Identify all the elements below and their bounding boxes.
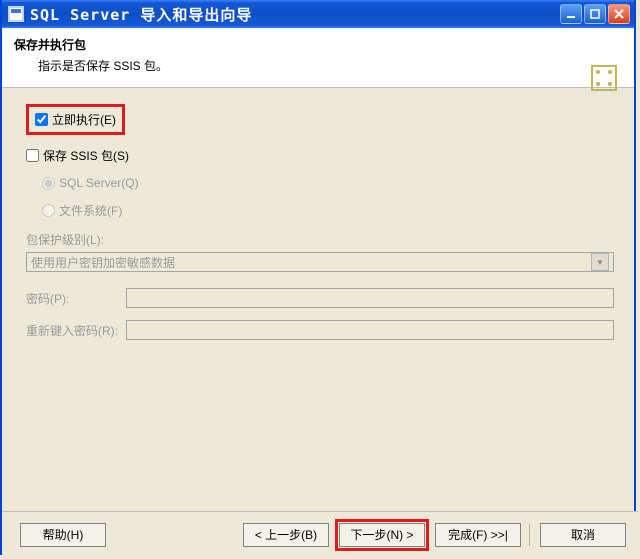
run-now-checkbox[interactable] bbox=[35, 113, 48, 126]
protection-level-select: 使用用户密钥加密敏感数据 ▼ bbox=[26, 252, 614, 272]
separator bbox=[529, 524, 530, 546]
file-system-radio bbox=[42, 204, 55, 217]
wizard-header: 保存并执行包 指示是否保存 SSIS 包。 bbox=[2, 28, 634, 88]
page-title: 保存并执行包 bbox=[14, 36, 622, 53]
maximize-button[interactable] bbox=[584, 4, 606, 24]
reenter-password-label: 重新键入密码(R): bbox=[26, 322, 126, 339]
file-system-label: 文件系统(F) bbox=[59, 202, 122, 219]
password-label: 密码(P): bbox=[26, 290, 126, 307]
window-title: SQL Server 导入和导出向导 bbox=[30, 4, 560, 25]
sql-server-radio bbox=[42, 177, 55, 190]
cancel-button[interactable]: 取消 bbox=[540, 523, 626, 547]
protection-level-value: 使用用户密钥加密敏感数据 bbox=[31, 254, 175, 271]
page-subtitle: 指示是否保存 SSIS 包。 bbox=[14, 57, 622, 74]
close-button[interactable] bbox=[608, 4, 630, 24]
next-button[interactable]: 下一步(N) > bbox=[339, 523, 425, 547]
titlebar[interactable]: SQL Server 导入和导出向导 bbox=[2, 0, 634, 28]
back-button[interactable]: < 上一步(B) bbox=[243, 523, 329, 547]
save-ssis-checkbox[interactable] bbox=[26, 149, 39, 162]
app-icon bbox=[8, 6, 24, 22]
minimize-button[interactable] bbox=[560, 4, 582, 24]
run-now-label: 立即执行(E) bbox=[52, 111, 116, 128]
window-buttons bbox=[560, 4, 630, 24]
save-ssis-label: 保存 SSIS 包(S) bbox=[43, 147, 129, 164]
help-button[interactable]: 帮助(H) bbox=[20, 523, 106, 547]
sql-server-label: SQL Server(Q) bbox=[59, 176, 139, 190]
protection-level-label: 包保护级别(L): bbox=[26, 231, 104, 248]
highlight-run-now: 立即执行(E) bbox=[26, 104, 125, 135]
wizard-body: 立即执行(E) 保存 SSIS 包(S) SQL Server(Q) 文件系统(… bbox=[2, 88, 634, 340]
password-input bbox=[126, 288, 614, 308]
finish-button[interactable]: 完成(F) >>| bbox=[435, 523, 521, 547]
button-bar: 帮助(H) < 上一步(B) 下一步(N) > 完成(F) >>| 取消 bbox=[2, 511, 638, 557]
wizard-icon bbox=[584, 58, 624, 98]
chevron-down-icon: ▼ bbox=[591, 253, 609, 271]
reenter-password-input bbox=[126, 320, 614, 340]
highlight-next: 下一步(N) > bbox=[335, 519, 429, 551]
